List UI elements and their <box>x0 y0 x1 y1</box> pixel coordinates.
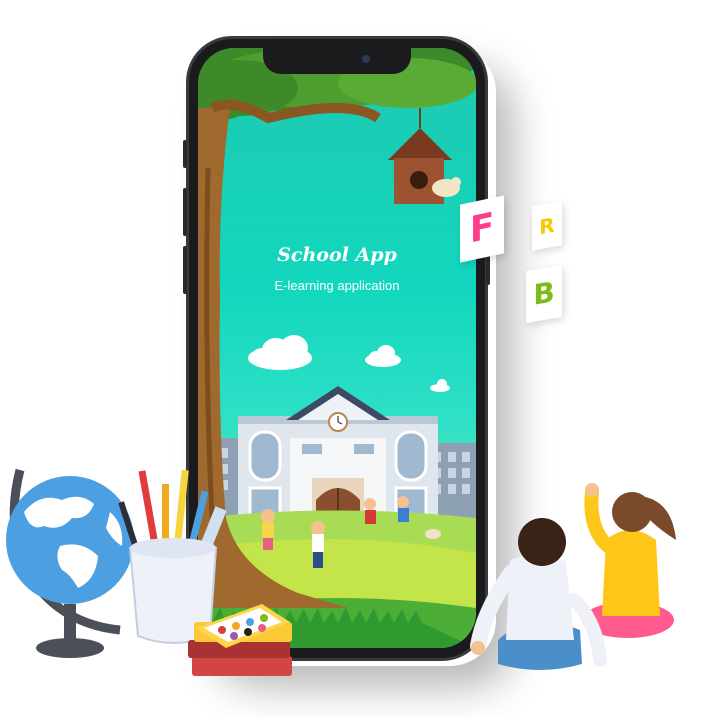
globe-icon <box>6 468 134 658</box>
foreground-decor <box>6 468 676 676</box>
children-icon <box>470 483 676 670</box>
pencil-cup-icon <box>118 469 227 644</box>
scene: School App E-learning application F R B <box>0 0 725 716</box>
